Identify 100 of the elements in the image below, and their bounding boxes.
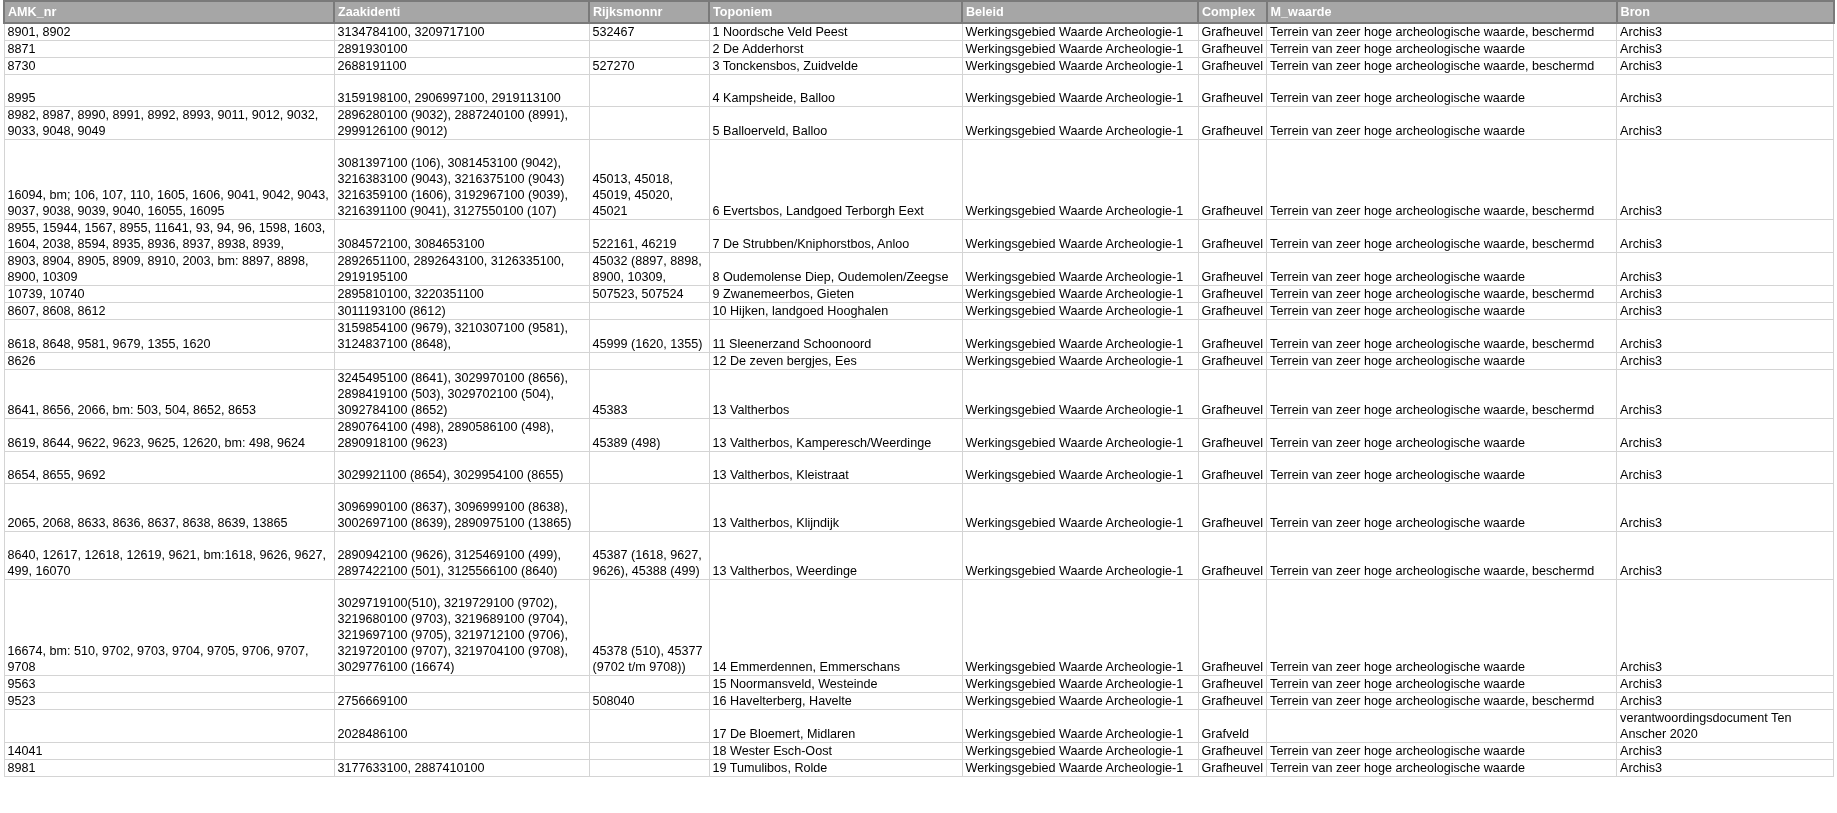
table-cell: Grafheuvel [1198, 483, 1267, 532]
table-cell: 527270 [589, 57, 709, 75]
table-cell: Archis3 [1616, 40, 1834, 58]
table-cell: Grafheuvel [1198, 418, 1267, 452]
table-cell: Terrein van zeer hoge archeologische waarde [1266, 418, 1617, 452]
table-cell: 2688191100 [334, 57, 589, 75]
table-cell: Grafheuvel [1198, 302, 1267, 320]
table-cell: Werkingsgebied Waarde Archeologie-1 [962, 579, 1198, 676]
table-cell: 2891930100 [334, 40, 589, 58]
table-cell: 8619, 8644, 9622, 9623, 9625, 12620, bm: 498, 9624 [4, 418, 334, 452]
table-cell: Grafheuvel [1198, 139, 1267, 220]
table-cell: 8640, 12617, 12618, 12619, 9621, bm:1618, 9626, 9627, 499, 16070 [4, 531, 334, 580]
table-cell: 6 Evertsbos, Landgoed Terborgh Eext [709, 139, 962, 220]
table-cell: Werkingsgebied Waarde Archeologie-1 [962, 451, 1198, 484]
table-cell: 8654, 8655, 9692 [4, 451, 334, 484]
table-cell: 2028486100 [334, 709, 589, 743]
table-cell: Grafheuvel [1198, 40, 1267, 58]
table-cell: Terrein van zeer hoge archeologische waarde [1266, 483, 1617, 532]
column-header: Complex [1198, 1, 1267, 23]
table-cell: Terrein van zeer hoge archeologische waarde, beschermd [1266, 285, 1617, 303]
table-cell: 8871 [4, 40, 334, 58]
column-header: Toponiem [709, 1, 962, 23]
table-cell: 45389 (498) [589, 418, 709, 452]
table-cell: Werkingsgebied Waarde Archeologie-1 [962, 139, 1198, 220]
table-cell: Archis3 [1616, 742, 1834, 760]
table-cell: Terrein van zeer hoge archeologische waarde [1266, 759, 1617, 777]
table-cell: Werkingsgebied Waarde Archeologie-1 [962, 302, 1198, 320]
table-cell: 3011193100 (8612) [334, 302, 589, 320]
table-cell: 4 Kampsheide, Balloo [709, 74, 962, 107]
table-cell: Terrein van zeer hoge archeologische waarde [1266, 74, 1617, 107]
table-cell: Grafheuvel [1198, 74, 1267, 107]
table-cell: 7 De Strubben/Kniphorstbos, Anloo [709, 219, 962, 253]
table-cell: Werkingsgebied Waarde Archeologie-1 [962, 531, 1198, 580]
table-cell: 45383 [589, 369, 709, 419]
table-cell: Archis3 [1616, 285, 1834, 303]
table-cell: Terrein van zeer hoge archeologische waarde, beschermd [1266, 319, 1617, 353]
table-cell: Terrein van zeer hoge archeologische waarde, beschermd [1266, 23, 1617, 41]
table-cell: 8730 [4, 57, 334, 75]
table-cell: 8955, 15944, 1567, 8955, 11641, 93, 94, 96, 1598, 1603, 1604, 2038, 8594, 8935, 8936, 8937, 8938, 8939, [4, 219, 334, 253]
table-cell: 8995 [4, 74, 334, 107]
table-cell: Archis3 [1616, 483, 1834, 532]
table-cell: 2756669100 [334, 692, 589, 710]
table-cell: 17 De Bloemert, Midlaren [709, 709, 962, 743]
table-cell: Archis3 [1616, 74, 1834, 107]
table-cell: 10 Hijken, landgoed Hooghalen [709, 302, 962, 320]
table-cell: 16 Havelterberg, Havelte [709, 692, 962, 710]
table-cell: Archis3 [1616, 451, 1834, 484]
table-cell: 3159854100 (9679), 3210307100 (9581), 3124837100 (8648), [334, 319, 589, 353]
table-cell: Terrein van zeer hoge archeologische waarde, beschermd [1266, 531, 1617, 580]
table-cell: 8641, 8656, 2066, bm: 503, 504, 8652, 8653 [4, 369, 334, 419]
table-cell: 9563 [4, 675, 334, 693]
table-cell: 1 Noordsche Veld Peest [709, 23, 962, 41]
table-cell: Grafheuvel [1198, 369, 1267, 419]
table-cell: Terrein van zeer hoge archeologische waarde, beschermd [1266, 139, 1617, 220]
table-cell: Werkingsgebied Waarde Archeologie-1 [962, 675, 1198, 693]
table-cell: Terrein van zeer hoge archeologische waarde, beschermd [1266, 369, 1617, 419]
table-cell: 18 Wester Esch-Oost [709, 742, 962, 760]
table-cell: Terrein van zeer hoge archeologische waarde [1266, 106, 1617, 140]
table-cell: 45032 (8897, 8898, 8900, 10309, [589, 252, 709, 286]
table-cell: Grafveld [1198, 709, 1267, 743]
table-cell: Grafheuvel [1198, 742, 1267, 760]
table-cell: Terrein van zeer hoge archeologische waarde [1266, 742, 1617, 760]
column-header: Beleid [962, 1, 1198, 23]
table-cell: 8903, 8904, 8905, 8909, 8910, 2003, bm: 8897, 8898, 8900, 10309 [4, 252, 334, 286]
table-cell: 3081397100 (106), 3081453100 (9042), 3216383100 (9043), 3216375100 (9043) 3216359100 (1606), 3192967100 (9039), 3216391100 (9041), 3127550100 (107) [334, 139, 589, 220]
table-cell: 3159198100, 2906997100, 2919113100 [334, 74, 589, 107]
table-cell: Terrein van zeer hoge archeologische waarde [1266, 352, 1617, 370]
table-cell: 8626 [4, 352, 334, 370]
table-cell: Archis3 [1616, 692, 1834, 710]
table-cell: Werkingsgebied Waarde Archeologie-1 [962, 40, 1198, 58]
table-cell: Archis3 [1616, 57, 1834, 75]
table-cell: 10739, 10740 [4, 285, 334, 303]
table-cell: 13 Valtherbos, Weerdinge [709, 531, 962, 580]
table-cell: 45999 (1620, 1355) [589, 319, 709, 353]
table-cell: Archis3 [1616, 759, 1834, 777]
table-cell: Terrein van zeer hoge archeologische waarde, beschermd [1266, 57, 1617, 75]
table-cell: Werkingsgebied Waarde Archeologie-1 [962, 319, 1198, 353]
table-cell: Terrein van zeer hoge archeologische waarde, beschermd [1266, 692, 1617, 710]
table-cell: 3029719100(510), 3219729100 (9702), 3219680100 (9703), 3219689100 (9704), 3219697100 (9705), 3219712100 (9706), 3219720100 (9707), 3219704100 (9708), 3029776100 (16674) [334, 579, 589, 676]
table-cell: Grafheuvel [1198, 579, 1267, 676]
column-header: Rijksmonnr [589, 1, 709, 23]
table-cell: Werkingsgebied Waarde Archeologie-1 [962, 285, 1198, 303]
table-cell: 45378 (510), 45377 (9702 t/m 9708)) [589, 579, 709, 676]
table-cell: 8 Oudemolense Diep, Oudemolen/Zeegse [709, 252, 962, 286]
table-cell: 2890764100 (498), 2890586100 (498), 2890918100 (9623) [334, 418, 589, 452]
table-cell: 532467 [589, 23, 709, 41]
table-cell: Terrein van zeer hoge archeologische waarde [1266, 675, 1617, 693]
table-cell: 11 Sleenerzand Schoonoord [709, 319, 962, 353]
table-cell: Archis3 [1616, 139, 1834, 220]
table-cell: Grafheuvel [1198, 252, 1267, 286]
table-cell: Werkingsgebied Waarde Archeologie-1 [962, 219, 1198, 253]
table-cell: Terrein van zeer hoge archeologische waarde [1266, 40, 1617, 58]
table-cell: 3134784100, 3209717100 [334, 23, 589, 41]
table-cell: 19 Tumulibos, Rolde [709, 759, 962, 777]
table-cell: Archis3 [1616, 675, 1834, 693]
column-header: M_waarde [1266, 1, 1617, 23]
table-cell: Werkingsgebied Waarde Archeologie-1 [962, 692, 1198, 710]
table-cell: 8607, 8608, 8612 [4, 302, 334, 320]
table-cell: Terrein van zeer hoge archeologische waarde [1266, 252, 1617, 286]
table-cell: 13 Valtherbos, Kleistraat [709, 451, 962, 484]
